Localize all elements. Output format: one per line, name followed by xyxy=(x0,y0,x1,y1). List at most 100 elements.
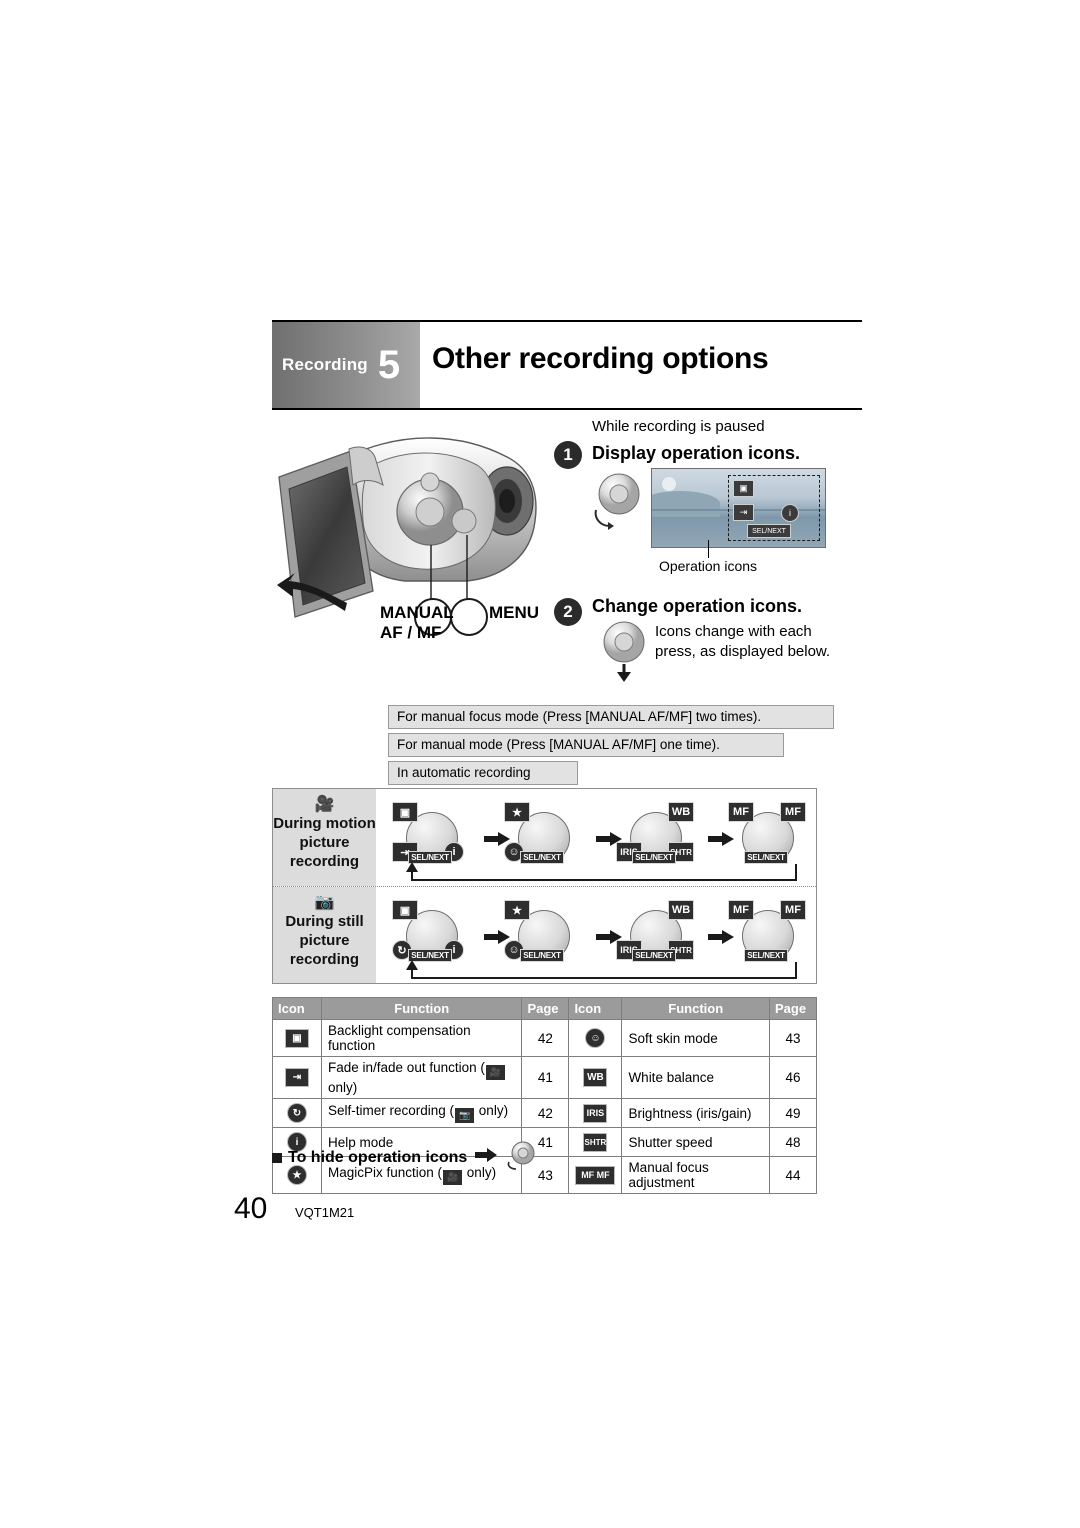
section-label: Recording xyxy=(282,355,368,374)
dpad-press-svg xyxy=(594,473,640,530)
cell-function-pre: Self-timer recording ( xyxy=(328,1103,455,1118)
flow-note-auto: In automatic recording xyxy=(388,761,578,785)
cell-function: Backlight compensation function xyxy=(320,1019,523,1057)
manual-afmf-label: MANUAL AF / MF xyxy=(380,603,454,644)
dpad-press-small-svg xyxy=(507,1141,535,1170)
cell-function-post: only) xyxy=(328,1080,358,1095)
video-camera-icon: 🎥 xyxy=(485,1065,505,1080)
step1-intro: While recording is paused xyxy=(592,418,765,435)
manual-focus-plus-icon[interactable]: MF xyxy=(780,900,806,920)
section-chip: Recording 5 xyxy=(272,322,420,408)
page-title: Other recording options xyxy=(432,342,769,375)
white-balance-icon[interactable]: WB xyxy=(668,802,694,822)
cell-page: 48 xyxy=(769,1127,817,1157)
video-camera-icon: 🎥 xyxy=(314,796,335,813)
manual-focus-icon[interactable]: MF xyxy=(728,802,754,822)
flow-mode-still-picture: 📷 During still picture recording xyxy=(273,887,376,983)
hill-shape xyxy=(652,491,720,517)
flow-cluster-motion-2: ★ ☺ SEL/NEXT xyxy=(504,802,582,864)
backlight-icon: ▣ xyxy=(285,1028,309,1048)
flow-cluster-still-2: ★ ☺ SEL/NEXT xyxy=(504,900,582,962)
th-function-left: Function xyxy=(320,997,523,1020)
shutter-icon: SHTR xyxy=(583,1132,608,1152)
cell-page: 49 xyxy=(769,1098,817,1128)
cell-function: Fade in/fade out function (🎥 only) xyxy=(320,1056,523,1099)
manual-focus-plus-icon[interactable]: MF xyxy=(780,802,806,822)
table-header-row: Icon Function Page Icon Function Page xyxy=(272,997,817,1020)
soft-skin-icon: ☺ xyxy=(585,1028,606,1048)
cell-page: 42 xyxy=(521,1019,570,1057)
page-number: 40 xyxy=(234,1192,268,1225)
operation-icons-highlight: ▣ ⇥ i SEL/NEXT xyxy=(728,475,820,541)
cell-page: 46 xyxy=(769,1056,817,1099)
cell-icon: IRIS xyxy=(568,1098,623,1128)
manual-page: Recording 5 Other recording options MANU… xyxy=(0,0,1080,1528)
cell-icon: SHTR xyxy=(568,1127,623,1157)
help-icon[interactable]: i xyxy=(781,504,799,522)
flow-cluster-motion-1: ▣ ⇥ i SEL/NEXT xyxy=(392,802,470,864)
cell-icon: ↻ xyxy=(272,1098,322,1128)
cell-function: Self-timer recording (📷 only) xyxy=(320,1098,523,1128)
cell-function-pre: Fade in/fade out function ( xyxy=(328,1060,485,1075)
th-page-right: Page xyxy=(769,997,817,1020)
cell-icon: ⇥ xyxy=(272,1056,322,1099)
cell-icon: WB xyxy=(568,1056,623,1099)
menu-label: MENU xyxy=(489,603,540,622)
magicpix-icon[interactable]: ★ xyxy=(504,900,530,920)
backlight-icon[interactable]: ▣ xyxy=(733,480,754,497)
flow-mode-motion-picture: 🎥 During motion picture recording xyxy=(273,789,376,886)
step2-dpad-illustration xyxy=(596,620,652,689)
table-row: ↻ Self-timer recording (📷 only) 42 IRIS … xyxy=(272,1098,817,1128)
white-balance-icon: WB xyxy=(583,1068,608,1087)
still-camera-icon: 📷 xyxy=(314,894,335,911)
cell-page: 43 xyxy=(769,1019,817,1057)
table-row: ▣ Backlight compensation function 42 ☺ S… xyxy=(272,1019,817,1057)
flow-mode-still-label: During still picture recording xyxy=(285,913,364,968)
cell-icon: MF MF xyxy=(568,1156,623,1194)
loop-arrow-svg xyxy=(406,960,797,979)
backlight-icon[interactable]: ▣ xyxy=(392,900,418,920)
flow-mode-motion-label: During motion picture recording xyxy=(273,815,376,870)
dpad-press-icon xyxy=(505,1140,541,1175)
cell-function: White balance xyxy=(621,1056,770,1099)
th-icon-right: Icon xyxy=(568,997,623,1020)
flow-note-manual: For manual mode (Press [MANUAL AF/MF] on… xyxy=(388,733,784,757)
flow-cluster-motion-4: MF MF SEL/NEXT xyxy=(728,802,806,864)
step1-title: Display operation icons. xyxy=(592,443,801,463)
th-icon-left: Icon xyxy=(272,997,322,1020)
still-camera-icon: 📷 xyxy=(455,1108,475,1123)
cell-page: 42 xyxy=(521,1098,570,1128)
self-timer-icon: ↻ xyxy=(287,1103,307,1123)
step1-badge: 1 xyxy=(554,441,582,469)
sel-next-icon[interactable]: SEL/NEXT xyxy=(747,524,791,538)
flow-cluster-still-1: ▣ ↻ i SEL/NEXT xyxy=(392,900,470,962)
fade-icon[interactable]: ⇥ xyxy=(733,504,754,521)
fade-icon: ⇥ xyxy=(285,1068,309,1087)
step2-badge: 2 xyxy=(554,598,582,626)
sun-icon xyxy=(662,477,676,491)
manual-afmf-label-line1: MANUAL xyxy=(380,603,454,622)
cell-icon: ☺ xyxy=(568,1019,623,1057)
section-number: 5 xyxy=(377,343,401,387)
cell-function: Soft skin mode xyxy=(621,1019,770,1057)
step2-text: Icons change with each press, as display… xyxy=(655,623,831,660)
backlight-icon[interactable]: ▣ xyxy=(392,802,418,822)
cell-function: Shutter speed xyxy=(621,1127,770,1157)
flow-loop-arrow-motion xyxy=(404,862,804,891)
white-balance-icon[interactable]: WB xyxy=(668,900,694,920)
th-function-right: Function xyxy=(621,997,770,1020)
manual-focus-icon[interactable]: MF xyxy=(728,900,754,920)
menu-button[interactable] xyxy=(450,598,488,636)
cell-function: Manual focus adjustment xyxy=(621,1156,770,1194)
operation-icons-caption: Operation icons xyxy=(658,558,758,574)
step2-title: Change operation icons. xyxy=(592,596,803,616)
th-page-left: Page xyxy=(521,997,570,1020)
magicpix-icon[interactable]: ★ xyxy=(504,802,530,822)
caption-leader-line xyxy=(708,540,709,558)
page-header: Recording 5 Other recording options xyxy=(272,320,862,410)
flow-note-manual-focus: For manual focus mode (Press [MANUAL AF/… xyxy=(388,705,834,729)
hide-operation-icons-text: To hide operation icons xyxy=(288,1148,468,1166)
flow-cluster-motion-3: WB IRIS SHTR SEL/NEXT xyxy=(616,802,694,864)
bullet-square-icon xyxy=(272,1152,282,1163)
arrow-right-icon xyxy=(475,1148,498,1167)
